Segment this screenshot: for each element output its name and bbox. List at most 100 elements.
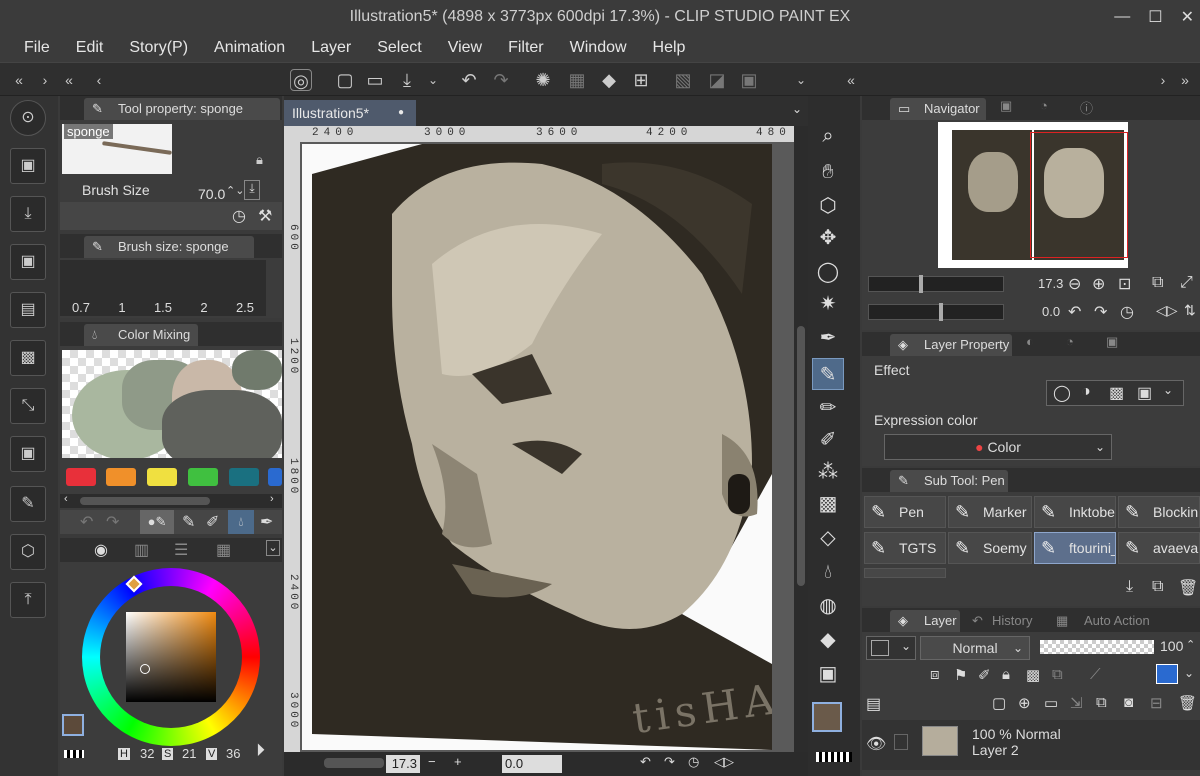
pen-tool-icon[interactable]: ✎ (812, 358, 844, 390)
tab-icon[interactable]: ◐ (1026, 334, 1034, 349)
minimize-button[interactable]: — (1114, 8, 1130, 26)
fill-icon[interactable]: ◆ (598, 69, 620, 91)
layer-color-effect-icon[interactable]: ◑ (1081, 383, 1091, 401)
undo-icon[interactable]: ↶ (458, 69, 480, 91)
hand-tool-icon[interactable]: ✋︎ (812, 156, 844, 188)
chevron-down-icon[interactable]: ⌄ (1013, 637, 1023, 659)
layer-row[interactable]: 👁︎ 100 % Normal Layer 2 (862, 720, 1200, 770)
sub-tool-tgts[interactable]: ✎ TGTS (864, 532, 946, 564)
brush-tool-icon[interactable]: ●✎ (140, 510, 174, 534)
item-info-tab-icon[interactable]: ⓘ (1080, 98, 1093, 117)
layout-icon[interactable]: ▤ (10, 292, 46, 328)
palette-swatch-teal[interactable] (229, 468, 259, 486)
layer-list-icon[interactable]: ▤ (866, 694, 881, 714)
transparent-color-swatch[interactable] (816, 752, 852, 762)
main-color-swatch[interactable] (812, 702, 842, 732)
menu-edit[interactable]: Edit (76, 39, 104, 57)
artwork-canvas[interactable]: tisHA (302, 144, 772, 750)
palette-swatch-yellow[interactable] (147, 468, 177, 486)
sub-tool-avaeva[interactable]: ✎ avaeva (1118, 532, 1200, 564)
expand-right-icon[interactable]: » (1174, 69, 1196, 91)
sub-tool-blockin[interactable]: ✎ Blockin (1118, 496, 1200, 528)
chevron-down-icon[interactable]: ⌄ (792, 102, 802, 116)
clip-studio-icon[interactable]: ◎ (290, 69, 312, 91)
border-effect-icon[interactable]: ◯ (1053, 383, 1071, 403)
rotate-left-icon[interactable]: ↶ (1068, 302, 1081, 322)
info-tab-icon[interactable]: ◔ (1040, 98, 1048, 113)
trash-icon[interactable]: 🗑︎ (1178, 578, 1198, 598)
eye-icon[interactable]: 👁︎ (866, 734, 886, 754)
tab-icon[interactable]: ▣ (1106, 334, 1118, 350)
tab-sub-tool[interactable]: ✎ Sub Tool: Pen (890, 470, 1008, 492)
expand-right-icon[interactable]: › (1152, 69, 1174, 91)
tab-navigator[interactable]: ▭ Navigator (890, 98, 986, 120)
sub-tool-ftourini[interactable]: ✎ ftourini_ (1034, 532, 1116, 564)
brush-size-option[interactable]: 0.7 (62, 300, 100, 315)
menu-help[interactable]: Help (653, 39, 686, 57)
menu-file[interactable]: File (24, 39, 50, 57)
chevron-down-icon[interactable]: ⌄ (1095, 435, 1105, 459)
hue-value[interactable]: 32 (140, 746, 154, 761)
fit-window-icon[interactable]: ⧉ (1152, 274, 1163, 292)
move-tool-icon[interactable]: ✥ (812, 222, 844, 254)
eraser-icon[interactable]: ◇ (812, 522, 844, 554)
layer-color-select[interactable]: ⌄ (866, 636, 916, 660)
brush-size-option[interactable]: 2.5 (226, 300, 264, 315)
value-value[interactable]: 36 (226, 746, 240, 761)
zoom-out-icon[interactable]: − (428, 754, 436, 769)
fill-tool-icon[interactable]: ◆ (812, 624, 844, 656)
sub-tool-partial[interactable] (864, 568, 946, 578)
figure-tool-icon[interactable]: ◍ (812, 590, 844, 622)
reference-layer-icon[interactable]: ⚑ (954, 666, 967, 684)
opacity-value[interactable]: 100 (1160, 638, 1183, 654)
object-tool-icon[interactable]: ⬡ (812, 190, 844, 222)
lasso-tool-icon[interactable]: ◯ (812, 256, 844, 288)
rotation-value[interactable]: 0.0 (502, 755, 562, 773)
saturation-value[interactable]: 21 (182, 746, 196, 761)
brush-size-option[interactable]: 1 (103, 300, 141, 315)
menu-layer[interactable]: Layer (311, 39, 351, 57)
undo-icon[interactable]: ↶ (80, 512, 93, 532)
chevron-down-icon[interactable]: ⌄ (1163, 383, 1173, 397)
new-folder-icon[interactable]: ▭ (1044, 694, 1058, 712)
lock-icon[interactable]: 🔒︎ (1002, 666, 1010, 683)
maximize-button[interactable]: ☐ (1148, 7, 1162, 27)
magic-wand-icon[interactable]: ✷ (812, 288, 844, 320)
color-slider-tab-icon[interactable]: ☰ (174, 540, 188, 560)
apply-mask-icon[interactable]: ⊟ (1150, 694, 1163, 712)
slider-handle[interactable] (919, 275, 923, 293)
3d-cube-icon[interactable]: ⬡ (10, 534, 46, 570)
extract-line-icon[interactable]: ▣ (1137, 383, 1152, 403)
chevron-down-icon[interactable]: ⌄ (266, 540, 280, 556)
palette-scrollbar[interactable]: ‹ › (60, 493, 282, 508)
tab-layer[interactable]: ◈ Layer (890, 610, 960, 632)
spinner-icon[interactable]: ⌃⌄ (226, 184, 244, 197)
chevron-down-icon[interactable]: ⌄ (422, 69, 444, 91)
tab-layer-property[interactable]: ◈ Layer Property (890, 334, 1012, 356)
flip-horizontal-icon[interactable]: ◁▷ (1156, 302, 1178, 319)
tone-effect-icon[interactable]: ▩ (1109, 383, 1124, 403)
blend-droplet-icon[interactable]: 💧︎ (228, 510, 254, 534)
sub-view-tab-icon[interactable]: ▣ (1000, 98, 1012, 114)
sub-tool-pen[interactable]: ✎ Pen (864, 496, 946, 528)
intermediate-color-tab-icon[interactable]: ▥ (134, 540, 149, 560)
invert-selection-icon[interactable]: ◪ (706, 69, 728, 91)
collapse-left-icon[interactable]: « (840, 69, 862, 91)
blend-mode-select[interactable]: Normal ⌄ (920, 636, 1030, 660)
chevron-down-icon[interactable]: ⌄ (901, 639, 911, 653)
deselect-icon[interactable]: ▧ (672, 69, 694, 91)
scrollbar-thumb[interactable] (80, 497, 210, 505)
chevron-down-icon[interactable]: ⌄ (1184, 666, 1194, 680)
menu-view[interactable]: View (448, 39, 482, 57)
new-vector-layer-icon[interactable]: ⊕ (1018, 694, 1031, 712)
redo-icon[interactable]: ↷ (106, 512, 119, 532)
layer-color-icon[interactable] (1156, 664, 1178, 684)
flip-vertical-icon[interactable]: ⇅ (1184, 302, 1196, 319)
tab-icon[interactable]: ◔ (1066, 334, 1074, 349)
canvas-icon[interactable]: ▣ (10, 436, 46, 472)
pencil-tool-icon[interactable]: ✏ (812, 392, 844, 424)
canvas-icon[interactable]: ▣ (10, 244, 46, 280)
collapse-left-icon[interactable]: « (8, 69, 30, 91)
chevron-down-icon[interactable]: ⌄ (790, 69, 812, 91)
saturation-value-square[interactable] (126, 612, 216, 702)
